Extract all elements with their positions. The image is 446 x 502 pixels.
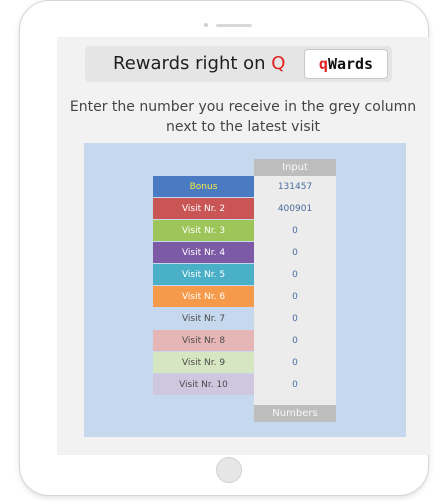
visit-value-cell[interactable]: 0 (254, 264, 336, 286)
home-button[interactable] (216, 457, 242, 483)
brand-tagline-q: Q (271, 53, 286, 74)
visit-label-cell: Visit Nr. 6 (153, 286, 254, 308)
qwards-logo-q: q (318, 55, 328, 73)
camera-icon (204, 23, 208, 27)
visit-label-cell: Visit Nr. 8 (153, 330, 254, 352)
visit-label-cell: Visit Nr. 10 (153, 374, 254, 396)
visit-value-cell[interactable]: 0 (254, 242, 336, 264)
brand-tagline: Rewards right on Q (113, 53, 285, 74)
visit-label-cell: Visit Nr. 9 (153, 352, 254, 374)
visit-value-cell[interactable]: 400901 (254, 198, 336, 220)
visit-value-cell[interactable]: 0 (254, 286, 336, 308)
visit-value-cell[interactable]: 0 (254, 220, 336, 242)
visit-label-cell: Visit Nr. 4 (153, 242, 254, 264)
input-column: Input 131457 400901 0 0 0 0 0 0 0 0 Numbers (254, 159, 336, 422)
visit-value-cell[interactable]: 0 (254, 352, 336, 374)
numbers-footer: Numbers (254, 405, 336, 422)
visit-label-cell: Visit Nr. 2 (153, 198, 254, 220)
brand-tagline-prefix: Rewards right on (113, 53, 272, 74)
visit-label-cell: Visit Nr. 7 (153, 308, 254, 330)
visit-value-cell[interactable]: 0 (254, 374, 336, 396)
tablet-screen: Rewards right on Q qWards Enter the numb… (57, 37, 429, 455)
visit-value-cell[interactable]: 0 (254, 308, 336, 330)
visit-labels-column: Bonus Visit Nr. 2 Visit Nr. 3 Visit Nr. 4 Vi… (153, 176, 254, 396)
visit-label-cell: Visit Nr. 3 (153, 220, 254, 242)
input-values: 131457 400901 0 0 0 0 0 0 0 0 (254, 176, 336, 396)
visit-value-cell[interactable]: 0 (254, 330, 336, 352)
speaker-grille (216, 24, 252, 27)
visits-panel: Input 131457 400901 0 0 0 0 0 0 0 0 Numbers Bonus… (84, 143, 406, 437)
input-column-header: Input (254, 159, 336, 176)
qwards-logo-text: Wards (327, 55, 374, 73)
brand-bar: Rewards right on Q qWards (85, 46, 392, 82)
tablet-frame: Rewards right on Q qWards Enter the numb… (19, 0, 429, 496)
visit-label-cell: Bonus (153, 176, 254, 198)
visit-value-cell[interactable]: 131457 (254, 176, 336, 198)
visit-label-cell: Visit Nr. 5 (153, 264, 254, 286)
qwards-logo-button[interactable]: qWards (304, 49, 388, 79)
instruction-text: Enter the number you receive in the grey… (69, 99, 417, 135)
